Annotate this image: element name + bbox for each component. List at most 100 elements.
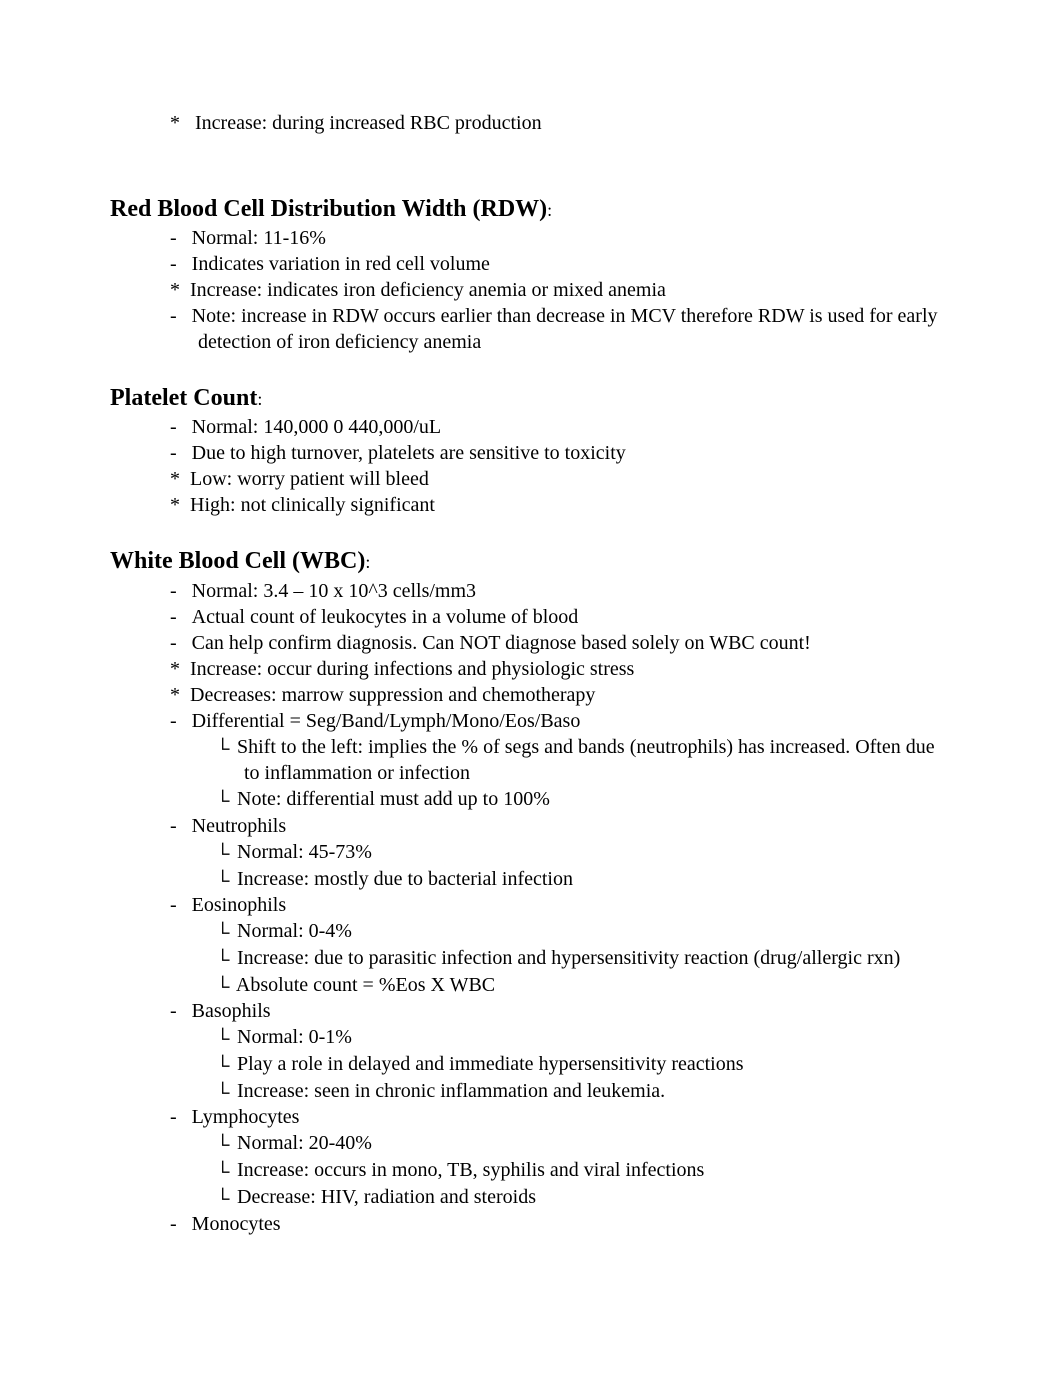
item-list: - Normal: 3.4 – 10 x 10^3 cells/mm3- Act… <box>110 578 952 1237</box>
sub-bullet-icon: └ <box>216 790 232 815</box>
sub-item-text: Normal: 0-1% <box>237 1026 352 1048</box>
item-text: worry patient will bleed <box>237 468 429 490</box>
bullet-marker: - <box>170 225 192 251</box>
sub-bullet-icon: └ <box>216 1055 232 1080</box>
sub-list-item: └ Increase: seen in chronic inflammation… <box>110 1078 952 1105</box>
sub-bullet-icon: └ <box>216 1161 232 1186</box>
heading-colon: : <box>365 552 370 572</box>
heading-colon: : <box>257 389 262 409</box>
sub-item-list: └ Shift to the left: implies the % of se… <box>110 734 952 813</box>
list-item: - Normal: 11-16% <box>110 225 952 251</box>
sub-bullet-icon: └ <box>216 1082 232 1107</box>
item-text: Neutrophils <box>192 815 286 837</box>
item-text: indicates iron deficiency anemia or mixe… <box>267 279 666 301</box>
sub-bullet-icon: └ <box>216 870 232 895</box>
item-label: Decreases: <box>190 684 282 706</box>
item-list: - Normal: 140,000 0 440,000/uL- Due to h… <box>110 414 952 518</box>
sub-item-text: Decrease: HIV, radiation and steroids <box>237 1186 536 1208</box>
sub-list-item: └ Increase: due to parasitic infection a… <box>110 945 952 972</box>
sub-item-text: Note: differential must add up to 100% <box>237 788 550 810</box>
sub-bullet-icon: └ <box>216 1188 232 1213</box>
item-text: Note: increase in RDW occurs earlier tha… <box>192 305 938 353</box>
list-item: - Eosinophils <box>110 892 952 918</box>
sub-item-list: └ Normal: 45-73%└ Increase: mostly due t… <box>110 839 952 892</box>
item-text: Indicates variation in red cell volume <box>192 253 490 275</box>
sub-list-item: └ Normal: 20-40% <box>110 1130 952 1157</box>
sub-item-text: Increase: due to parasitic infection and… <box>237 947 900 969</box>
item-text: Basophils <box>192 1000 271 1022</box>
item-label: High: <box>190 494 236 516</box>
list-item: - Neutrophils <box>110 813 952 839</box>
sub-list-item: └ Normal: 0-4% <box>110 918 952 945</box>
list-item: - Normal: 3.4 – 10 x 10^3 cells/mm3 <box>110 578 952 604</box>
list-item: * Low: worry patient will bleed <box>110 466 952 492</box>
item-text: Monocytes <box>192 1213 281 1235</box>
sub-item-text: Normal: 20-40% <box>237 1132 372 1154</box>
list-item: - Due to high turnover, platelets are se… <box>110 440 952 466</box>
sub-bullet-icon: └ <box>216 843 232 868</box>
bullet-marker: - <box>170 708 192 734</box>
bullet-marker: - <box>170 414 192 440</box>
item-text: Actual count of leukocytes in a volume o… <box>192 606 579 628</box>
item-label: Increase: <box>190 658 262 680</box>
bullet-marker: - <box>170 892 192 918</box>
sub-list-item: └ Decrease: HIV, radiation and steroids <box>110 1184 952 1211</box>
section-heading: Platelet Count: <box>110 383 952 414</box>
sub-item-text: Play a role in delayed and immediate hyp… <box>237 1053 744 1075</box>
section-heading: Red Blood Cell Distribution Width (RDW): <box>110 194 952 225</box>
bullet-marker: - <box>170 998 192 1024</box>
sub-item-text: Increase: occurs in mono, TB, syphilis a… <box>237 1159 704 1181</box>
sub-bullet-icon: └ <box>216 949 232 974</box>
bullet-marker: * <box>170 277 190 303</box>
list-item: * Increase: occur during infections and … <box>110 656 952 682</box>
item-text: Normal: 3.4 – 10 x 10^3 cells/mm3 <box>192 580 476 602</box>
bullet-marker: - <box>170 1211 192 1237</box>
item-label: Low: <box>190 468 232 490</box>
item-text: Due to high turnover, platelets are sens… <box>192 442 626 464</box>
sub-bullet-icon: └ <box>216 976 232 1001</box>
sub-list-item: └ Increase: occurs in mono, TB, syphilis… <box>110 1157 952 1184</box>
bullet-marker: * <box>170 682 190 708</box>
sub-list-item: └ Play a role in delayed and immediate h… <box>110 1051 952 1078</box>
sub-item-text: Increase: seen in chronic inflammation a… <box>237 1080 665 1102</box>
list-item: - Basophils <box>110 998 952 1024</box>
heading-colon: : <box>547 200 552 220</box>
bullet-marker: * <box>170 492 190 518</box>
sections-container: Red Blood Cell Distribution Width (RDW):… <box>110 194 952 1237</box>
section-heading: White Blood Cell (WBC): <box>110 546 952 577</box>
item-text: Normal: 11-16% <box>192 227 326 249</box>
item-text: Eosinophils <box>192 894 286 916</box>
item-text: occur during infections and physiologic … <box>267 658 634 680</box>
sub-item-list: └ Normal: 20-40%└ Increase: occurs in mo… <box>110 1130 952 1210</box>
bullet-marker: - <box>170 251 192 277</box>
sub-bullet-icon: └ <box>216 1134 232 1159</box>
sub-list-item: └ Absolute count = %Eos X WBC <box>110 972 952 999</box>
item-text: marrow suppression and chemotherapy <box>282 684 596 706</box>
list-item: * High: not clinically significant <box>110 492 952 518</box>
item-text: during increased RBC production <box>272 112 541 134</box>
top-list: * Increase: during increased RBC product… <box>110 110 952 136</box>
sub-list-item: └ Shift to the left: implies the % of se… <box>110 734 952 787</box>
bullet-marker: * <box>170 656 190 682</box>
item-label: Increase: <box>190 279 262 301</box>
item-text: Lymphocytes <box>192 1106 300 1128</box>
bullet-marker: * <box>170 466 190 492</box>
sub-list-item: └ Normal: 45-73% <box>110 839 952 866</box>
list-item: - Note: increase in RDW occurs earlier t… <box>110 303 952 355</box>
list-item: - Normal: 140,000 0 440,000/uL <box>110 414 952 440</box>
list-item: * Decreases: marrow suppression and chem… <box>110 682 952 708</box>
sub-item-text: Increase: mostly due to bacterial infect… <box>237 868 573 890</box>
bullet-marker: - <box>170 630 192 656</box>
bullet-marker: - <box>170 578 192 604</box>
list-item: - Indicates variation in red cell volume <box>110 251 952 277</box>
bullet-marker: - <box>170 440 192 466</box>
list-item: - Actual count of leukocytes in a volume… <box>110 604 952 630</box>
sub-bullet-icon: └ <box>216 1028 232 1053</box>
sub-list-item: └ Normal: 0-1% <box>110 1024 952 1051</box>
sub-list-item: └ Note: differential must add up to 100% <box>110 786 952 813</box>
item-text: Differential = Seg/Band/Lymph/Mono/Eos/B… <box>192 710 581 732</box>
sub-item-text: Normal: 45-73% <box>237 841 372 863</box>
sub-bullet-icon: └ <box>216 738 232 763</box>
bullet-marker: - <box>170 813 192 839</box>
sub-item-text: Normal: 0-4% <box>237 920 352 942</box>
